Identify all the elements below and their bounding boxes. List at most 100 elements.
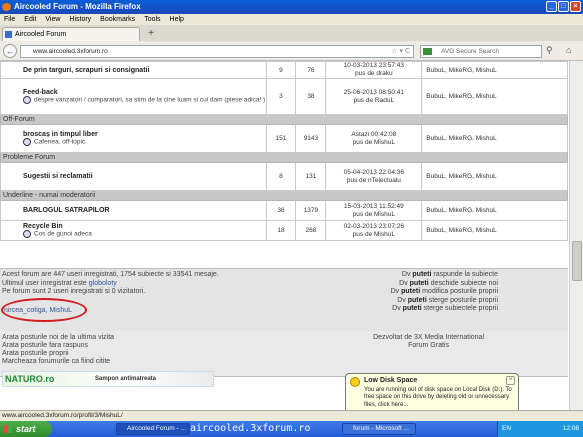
posts-count: 38 [295,78,327,115]
notification-close-button[interactable]: × [506,376,515,385]
new-tab-button[interactable]: + [143,28,159,40]
forum-title-link[interactable]: De prin targuri, scrapuri si consignatii [23,67,266,74]
permission-verb: puteti [402,305,422,312]
firefox-icon [2,3,11,11]
maximize-button[interactable]: □ [558,1,569,12]
banner-logo: NATURO.ro [5,374,55,384]
home-icon[interactable]: ⌂ [566,45,571,55]
taskbar-item-word[interactable]: forum - Microsoft ... [342,423,416,435]
taskbar-item-firefox[interactable]: Aircooled Forum - ... [116,423,190,435]
scrollbar-thumb[interactable] [572,241,582,281]
forum-description-text: Cos de gunoi adeca [34,230,92,238]
forum-info-cell: De prin targuri, scrapuri si consignatii [0,61,267,79]
menu-help[interactable]: Help [170,14,184,25]
close-button[interactable]: × [570,1,581,12]
avg-search-icon [423,48,432,55]
menu-bar: File Edit View History Bookmarks Tools H… [0,14,583,25]
last-post-author[interactable]: pus de MishuL [326,231,421,239]
tab-aircooled-forum[interactable]: Aircooled Forum [2,27,140,41]
forum-info-cell: Feed-back despre vanzatori / cumparatori,… [0,78,267,115]
forum-stats: Acest forum are 447 useri inregistrati, … [0,268,568,335]
status-url: www.aircooled.3xforum.ro/profil/3/MishuL… [2,412,123,419]
link-own-posts[interactable]: Arata posturile proprii [2,350,114,358]
forum-row: Feed-back despre vanzatori / cumparatori,… [0,78,568,115]
last-post-date[interactable]: 05-04-2013 22:04:36 [326,169,421,177]
link-unanswered-posts[interactable]: Arata posturile fara raspuns [2,342,114,350]
last-post-date[interactable]: 15-03-2013 11:52:49 [326,203,421,211]
permission-line: Dv puteti modifica posturile proprii [391,288,498,297]
footer-credits: Dezvoltat de 3X Media International Foru… [373,334,484,350]
status-bar: www.aircooled.3xforum.ro/profil/3/MishuL… [0,410,583,421]
last-post-author[interactable]: pus de draku [326,70,421,78]
forum-title-link[interactable]: BARLOGUL SATRAPILOR [23,207,266,214]
url-controls[interactable]: ☆ ▾ C [391,46,410,57]
last-post-author[interactable]: pus de MishuL [326,139,421,147]
topics-count: 36 [265,200,297,221]
last-post-cell: 25-06-2013 08:50:41 pus de RaduL [325,78,423,115]
forum-badge-icon [23,96,31,104]
forum-info-cell: BARLOGUL SATRAPILOR [0,200,267,221]
menu-bookmarks[interactable]: Bookmarks [100,14,135,25]
menu-view[interactable]: View [45,14,60,25]
credit-forum-gratis[interactable]: Forum Gratis [373,342,484,350]
forum-description: Cafenea, off-topic [23,138,266,146]
forum-info-cell: Recycle Bin Cos de gunoi adeca [0,220,267,241]
last-user-link[interactable]: globoloty [89,280,117,287]
permission-verb: puteti [401,288,421,295]
last-post-date[interactable]: Astazi 00:42:08 [326,131,421,139]
banner-slogan: Sampon antimatreata [95,376,157,382]
menu-file[interactable]: File [4,14,15,25]
last-post-author[interactable]: pus de RaduL [326,97,421,105]
forum-row: broscaș in timpul liber Cafenea, off-topi… [0,124,568,153]
search-input[interactable]: AVG Secure Search [420,45,542,58]
forum-title-link[interactable]: Recycle Bin [23,223,266,230]
footer-links: Arata posturile noi de la ultima vizita … [2,334,114,366]
moderators-cell: BubuL, MikeRG, MishuL [421,162,568,191]
topics-count: 151 [265,124,297,153]
favicon-icon [5,31,12,38]
forum-row: BARLOGUL SATRAPILOR 36 1379 15-03-2013 11:5… [0,200,568,221]
moderators-cell: BubuL, MikeRG, MishuL [421,200,568,221]
permission-action: modifica posturile proprii [420,288,498,295]
last-post-author[interactable]: pus de nTelectualu [326,177,421,185]
language-indicator[interactable]: EN [502,421,511,437]
forum-title-link[interactable]: broscaș in timpul liber [23,131,266,138]
moderators-cell: BubuL, MikeRG, MishuL [421,124,568,153]
last-post-cell: 15-03-2013 11:52:49 pus de MishuL [325,200,423,221]
posts-count: 131 [295,162,327,191]
permission-prefix: Dv [397,296,408,304]
link-new-posts[interactable]: Arata posturile noi de la ultima vizita [2,334,114,342]
last-post-date[interactable]: 02-03-2013 23:07:26 [326,223,421,231]
last-post-date[interactable]: 25-06-2013 08:50:41 [326,89,421,97]
site-caption: aircooled.3xforum.ro [190,423,311,434]
forum-list: De prin targuri, scrapuri si consignatii… [0,61,568,241]
url-input[interactable]: www.aircooled.3xforum.ro ☆ ▾ C [20,45,414,58]
forum-row: Recycle Bin Cos de gunoi adeca 18 268 02-03-… [0,220,568,241]
forum-description-text: Cafenea, off-topic [34,138,86,146]
category-row: Probleme Forum [0,152,568,163]
minimize-button[interactable]: _ [546,1,557,12]
tab-label: Aircooled Forum [15,31,67,38]
vertical-scrollbar[interactable] [569,61,583,410]
ad-banner[interactable]: NATURO.ro Sampon antimatreata [2,371,214,387]
forum-row: Sugestii si reclamatii 8 131 05-04-2013 22:… [0,162,568,191]
menu-tools[interactable]: Tools [144,14,160,25]
last-post-date[interactable]: 10-03-2013 23:57:43 [326,62,421,70]
last-post-author[interactable]: pus de MishuL [326,211,421,219]
search-icon[interactable]: ⚲ [546,45,553,56]
forum-title-link[interactable]: Feed-back [23,89,266,96]
permissions: Dv puteti raspunde la subiecte Dv puteti … [391,271,498,314]
start-button[interactable]: start [0,421,52,437]
warning-icon [350,377,360,387]
link-mark-read[interactable]: Marcheaza forumurile ca fiind citite [2,358,114,366]
permission-action: sterge posturile proprii [426,296,498,304]
menu-history[interactable]: History [69,14,91,25]
menu-edit[interactable]: Edit [24,14,36,25]
start-label: start [16,424,36,434]
forum-title-link[interactable]: Sugestii si reclamatii [23,173,266,180]
stats-online: Pe forum sunt 2 useri inregistrati si 0 … [2,288,146,295]
window-titlebar[interactable]: Aircooled Forum - Mozilla Firefox _ □ × [0,0,583,14]
permission-action: raspunde la subiecte [431,271,498,278]
back-button[interactable]: ← [3,44,17,58]
credit-developer[interactable]: Dezvoltat de 3X Media International [373,334,484,342]
